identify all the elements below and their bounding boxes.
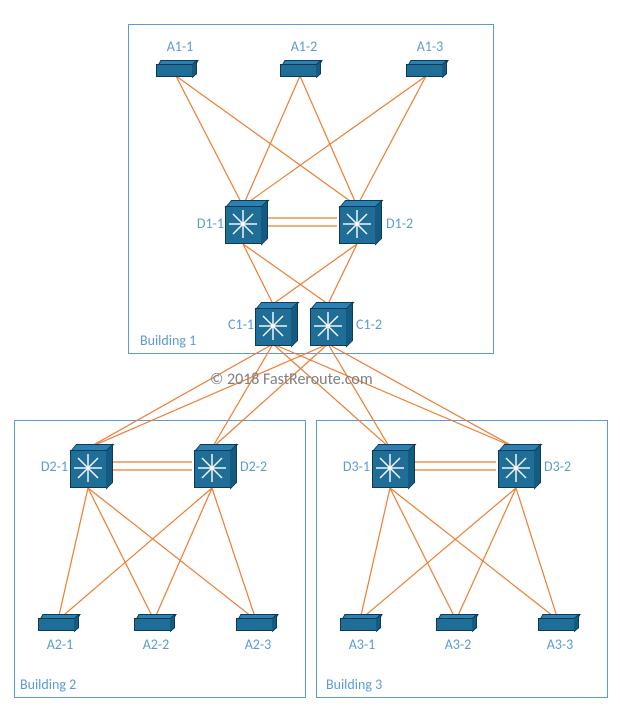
access-switch-a2-2 (134, 614, 174, 630)
copyright-watermark: © 2018 FastReroute.com (210, 370, 373, 389)
access-switch-a1-2 (280, 60, 320, 76)
label-d2-2: D2-2 (240, 458, 276, 475)
l3-switch-d1-1 (225, 200, 269, 244)
label-d1-2: D1-2 (386, 215, 422, 232)
label-a1-1: A1-1 (160, 38, 200, 55)
label-d3-2: D3-2 (544, 458, 580, 475)
l3-switch-d2-2 (194, 444, 238, 488)
access-switch-a2-1 (38, 614, 78, 630)
label-a3-1: A3-1 (342, 636, 382, 653)
building-2-label: Building 2 (20, 676, 76, 693)
access-switch-a1-1 (156, 60, 196, 76)
l3-switch-d3-2 (498, 444, 542, 488)
access-switch-a1-3 (406, 60, 446, 76)
label-d2-1: D2-1 (32, 458, 68, 475)
label-a2-1: A2-1 (40, 636, 80, 653)
network-diagram: Building 1 Building 2 Building 3 (0, 0, 620, 712)
label-a2-3: A2-3 (238, 636, 278, 653)
label-a3-2: A3-2 (438, 636, 478, 653)
access-switch-a3-1 (340, 614, 380, 630)
building-1-label: Building 1 (140, 332, 196, 349)
label-c1-1: C1-1 (218, 316, 254, 333)
building-3-label: Building 3 (326, 676, 382, 693)
l3-switch-c1-2 (310, 302, 354, 346)
l3-switch-d3-1 (372, 444, 416, 488)
label-a1-2: A1-2 (284, 38, 324, 55)
label-a1-3: A1-3 (410, 38, 450, 55)
label-c1-2: C1-2 (356, 316, 392, 333)
label-d3-1: D3-1 (334, 458, 370, 475)
label-a2-2: A2-2 (136, 636, 176, 653)
label-a3-3: A3-3 (540, 636, 580, 653)
l3-switch-d1-2 (339, 200, 383, 244)
label-d1-1: D1-1 (188, 215, 224, 232)
access-switch-a2-3 (236, 614, 276, 630)
access-switch-a3-3 (538, 614, 578, 630)
l3-switch-d2-1 (70, 444, 114, 488)
l3-switch-c1-1 (255, 302, 299, 346)
access-switch-a3-2 (436, 614, 476, 630)
